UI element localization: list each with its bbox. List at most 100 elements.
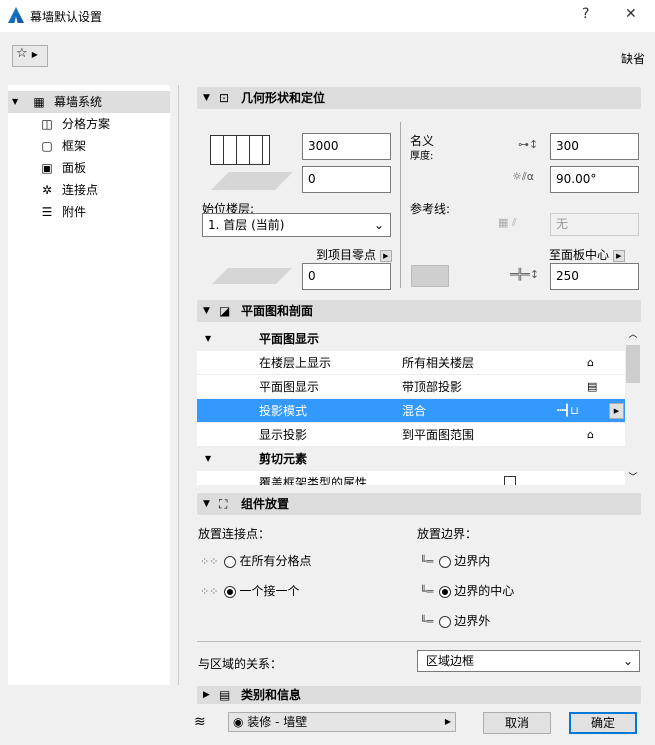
to-panel-center-text: 至面板中心	[549, 248, 610, 262]
boundary-option-outside[interactable]: ╙═ 边界外	[420, 612, 490, 629]
caret-right-icon: ▶	[379, 249, 392, 262]
divider	[178, 85, 179, 685]
scroll-down-icon[interactable]: ﹀	[625, 470, 641, 483]
window-title: 幕墙默认设置	[30, 10, 103, 24]
plan-section-icon: ◪	[219, 304, 231, 318]
eye-icon: ◉	[233, 715, 248, 729]
to-panel-center-label[interactable]: 至面板中心 ▶	[549, 246, 625, 263]
radio[interactable]	[439, 615, 452, 628]
scrollbar[interactable]: ︿ ﹀	[625, 327, 641, 485]
radio[interactable]	[439, 555, 452, 568]
caret-right-icon: ▶	[203, 690, 210, 700]
settings-table: ▼ 平面图显示 在楼层上显示 所有相关楼层 ⌂ 平面图显示 带顶部投影 ▤ 投影模式 混合 ┅…	[197, 327, 641, 485]
boundary-icon: ╙═	[420, 615, 434, 628]
caret-right-icon: ▶	[612, 249, 625, 262]
grid-scheme-icon: ◫	[41, 117, 53, 131]
row-name: 在楼层上显示	[259, 356, 332, 370]
table-row[interactable]: 在楼层上显示 所有相关楼层 ⌂	[197, 351, 625, 375]
cancel-button[interactable]: 取消	[483, 712, 551, 734]
divider	[400, 122, 401, 288]
option-label: 边界内	[454, 554, 491, 568]
scroll-up-icon[interactable]: ︿	[625, 327, 641, 340]
table-row[interactable]: 显示投影 到平面图范围 ⌂	[197, 423, 625, 447]
table-row[interactable]: 投影模式 混合 ┅┫⊔ ▶	[197, 399, 625, 423]
chevron-down-icon: ▼	[203, 306, 210, 316]
layer-select[interactable]: ◉ 装修 - 墙壁 ▶	[228, 712, 456, 732]
sidebar-item-curtain-system[interactable]: ▼ ▦ 幕墙系统	[8, 91, 170, 113]
radio[interactable]	[224, 555, 237, 568]
grid-points-icon: ⁘⁘	[200, 555, 219, 568]
projection-mode-icon: ┅┫⊔	[557, 404, 579, 417]
sidebar-item-panel[interactable]: ▣ 面板	[8, 157, 170, 179]
home-story-select[interactable]: 1. 首层 (当前) ⌄	[202, 213, 391, 237]
option-label: 边界的中心	[454, 584, 515, 598]
section-plan[interactable]: ▼ ◪ 平面图和剖面	[197, 300, 641, 322]
radio[interactable]	[439, 585, 452, 598]
boundary-icon: ╙═	[420, 555, 434, 568]
radio[interactable]	[224, 585, 237, 598]
section-title: 平面图和剖面	[241, 304, 314, 318]
favorites-button[interactable]: ☆ ▶	[12, 45, 48, 67]
table-row[interactable]: 平面图显示 带顶部投影 ▤	[197, 375, 625, 399]
thickness-icon: ⊶↕	[518, 138, 539, 151]
star-icon: ☆	[16, 46, 28, 61]
chevron-down-icon: ▼	[205, 454, 212, 463]
reference-line-select[interactable]: 无	[550, 213, 639, 236]
to-project-zero-label[interactable]: 到项目零点 ▶	[316, 246, 392, 263]
height-input[interactable]: 3000	[302, 133, 391, 160]
overhead-icon: ▤	[587, 380, 598, 393]
sidebar-item-frame[interactable]: ▢ 框架	[8, 135, 170, 157]
junction-option-one[interactable]: ⁘⁘ 一个接一个	[200, 582, 299, 599]
story-icon: ⌂	[587, 356, 594, 369]
checkbox[interactable]	[504, 476, 516, 485]
ok-button[interactable]: 确定	[569, 712, 637, 734]
curtain-wall-icon: ▦	[33, 95, 45, 109]
thickness-input[interactable]: 300	[550, 133, 639, 160]
caret-right-icon: ▶	[444, 717, 451, 726]
option-label: 一个接一个	[239, 584, 300, 598]
group-row[interactable]: ▼ 平面图显示	[197, 327, 625, 351]
sidebar-item-grid-scheme[interactable]: ◫ 分格方案	[8, 113, 170, 135]
chevron-down-icon: ▼	[12, 97, 19, 106]
group-row[interactable]: ▼ 剪切元素	[197, 447, 625, 471]
row-value: 混合	[402, 404, 427, 418]
junction-option-all[interactable]: ⁘⁘ 在所有分格点	[200, 552, 311, 569]
divider	[197, 641, 641, 642]
thickness-sublabel: 厚度:	[410, 151, 434, 162]
panel-offset-input[interactable]: 250	[550, 263, 639, 290]
zone-relation-select[interactable]: 区域边框 ⌄	[417, 650, 640, 672]
flip-button[interactable]	[411, 265, 449, 287]
close-button[interactable]: ✕	[625, 6, 637, 22]
caret-right-icon: ▶	[31, 50, 38, 59]
scroll-thumb[interactable]	[626, 345, 640, 383]
sidebar-item-junction[interactable]: ✲ 连接点	[8, 179, 170, 201]
angle-input[interactable]: 90.00°	[550, 166, 639, 193]
project-zero-input[interactable]: 0	[302, 263, 391, 290]
curtain-wall-height-illustration	[210, 135, 270, 165]
sidebar-item-label: 幕墙系统	[54, 95, 103, 109]
option-label: 边界外	[454, 614, 491, 628]
section-geometry[interactable]: ▼ ⊡ 几何形状和定位	[197, 87, 641, 109]
table-row[interactable]: 覆盖框架类型的属性	[197, 471, 625, 485]
help-button[interactable]: ?	[582, 6, 589, 22]
section-classification[interactable]: ▶ ▤ 类别和信息	[197, 686, 641, 704]
grid-points-icon: ⁘⁘	[200, 585, 219, 598]
sidebar-item-label: 连接点	[62, 183, 99, 197]
chevron-down-icon: ▼	[203, 499, 210, 509]
row-value: 所有相关楼层	[402, 356, 475, 370]
section-title: 几何形状和定位	[241, 91, 326, 105]
zone-relation-label: 与区域的关系：	[198, 657, 283, 671]
caret-right-icon[interactable]: ▶	[609, 403, 624, 419]
layer-icon: ≋	[194, 714, 206, 730]
classification-icon: ▤	[219, 688, 231, 702]
offset-input[interactable]: 0	[302, 166, 391, 193]
junction-icon: ✲	[41, 183, 53, 197]
row-name: 平面图显示	[259, 380, 320, 394]
option-label: 在所有分格点	[239, 554, 312, 568]
boundary-option-inside[interactable]: ╙═ 边界内	[420, 552, 490, 569]
section-placement[interactable]: ▼ ⛶ 组件放置	[197, 493, 641, 515]
to-project-zero-text: 到项目零点	[316, 248, 377, 262]
boundary-option-center[interactable]: ╙═ 边界的中心	[420, 582, 514, 599]
sidebar-item-accessory[interactable]: ☰ 附件	[8, 201, 170, 223]
section-title: 类别和信息	[241, 688, 302, 702]
